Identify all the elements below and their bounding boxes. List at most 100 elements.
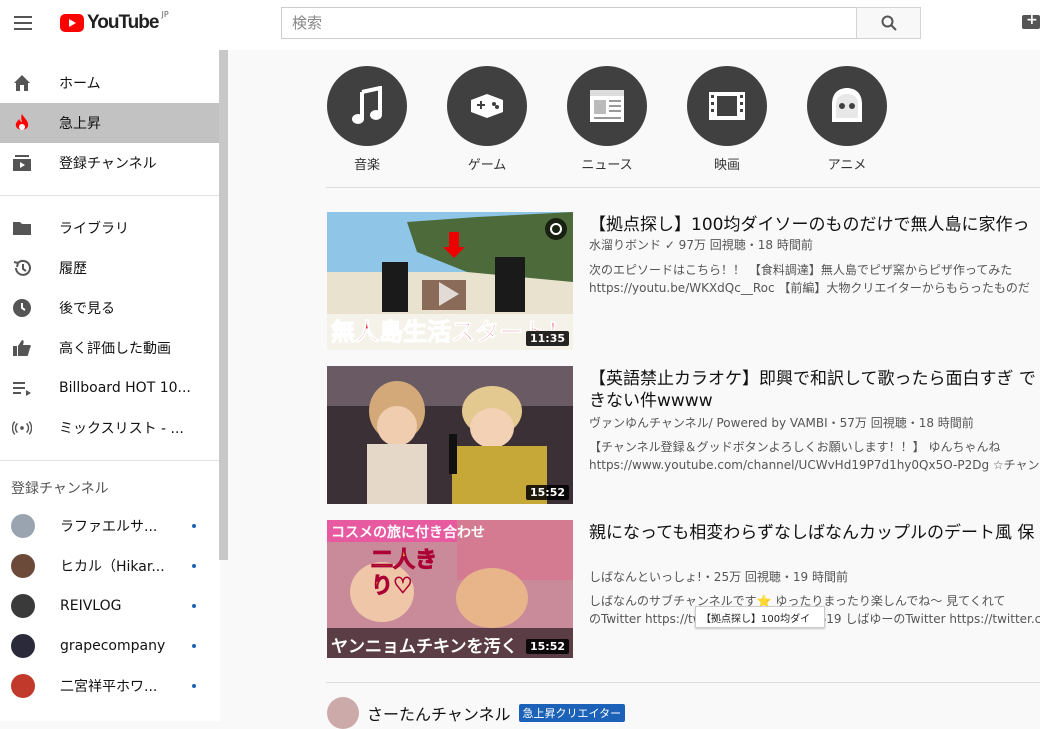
subscription-item[interactable]: grapecompany bbox=[0, 626, 219, 666]
home-icon bbox=[12, 73, 32, 93]
mix-icon bbox=[12, 418, 32, 438]
tooltip: 【拠点探し】100均ダイ bbox=[695, 606, 825, 628]
video-title[interactable]: 親になっても相変わらずなしばなんカップルのデート風 保 bbox=[589, 522, 1040, 544]
folder-icon bbox=[12, 218, 32, 238]
create-video-icon[interactable] bbox=[1022, 12, 1040, 29]
category-label: ニュース bbox=[581, 158, 633, 173]
sidebar-item-label: 後で見る bbox=[59, 301, 115, 317]
trending-creator-badge: 急上昇クリエイター bbox=[518, 704, 626, 722]
sidebar-item-history[interactable]: 履歴 bbox=[0, 248, 219, 288]
top-bar: YouTube JP 検索 bbox=[0, 0, 1040, 50]
category-music[interactable]: 音楽 bbox=[327, 66, 407, 173]
category-movies[interactable]: 映画 bbox=[687, 66, 767, 173]
avatar bbox=[11, 554, 35, 578]
subscription-item[interactable]: ラファエルサ... bbox=[0, 506, 219, 546]
video-meta: しばなんといっしょ!・25万 回視聴・19 時間前 bbox=[589, 570, 848, 584]
avatar bbox=[11, 674, 35, 698]
subscription-item[interactable]: ヒカル（Hikar... bbox=[0, 546, 219, 586]
new-content-dot bbox=[192, 524, 196, 528]
video-item[interactable]: 無人島生活スタート！ 11:35 【拠点探し】100均ダイソーのものだけで無人島… bbox=[327, 212, 1040, 352]
subscription-label: 二宮祥平ホワ... bbox=[60, 679, 158, 695]
video-description-line: https://www.youtube.com/channel/UCWvHd19… bbox=[589, 458, 1040, 472]
subscription-label: ラファエルサ... bbox=[60, 519, 158, 535]
game-icon bbox=[447, 66, 527, 146]
sidebar: ホーム 急上昇 登録チャンネル ライブラリ 履歴 後で見る 高く評価した動画 B… bbox=[0, 50, 220, 721]
video-title[interactable]: 【英語禁止カラオケ】即興で和訳して歌ったら面白すぎ できない件wwww bbox=[589, 368, 1040, 412]
sidebar-item-library[interactable]: ライブラリ bbox=[0, 208, 219, 248]
subscription-label: REIVLOG bbox=[60, 598, 122, 614]
avatar bbox=[11, 634, 35, 658]
subscription-label: ヒカル（Hikar... bbox=[60, 559, 165, 575]
video-thumbnail[interactable]: 15:52 bbox=[327, 366, 573, 504]
youtube-play-icon bbox=[60, 14, 84, 32]
thumbnail-caption: 二人きり♡ bbox=[371, 548, 438, 600]
anime-icon bbox=[807, 66, 887, 146]
subscription-item[interactable]: REIVLOG bbox=[0, 586, 219, 626]
video-duration: 15:52 bbox=[525, 485, 569, 500]
category-label: アニメ bbox=[827, 158, 867, 173]
logo-text: YouTube bbox=[87, 12, 159, 33]
sidebar-item-mix[interactable]: ミックスリスト - ... bbox=[0, 408, 219, 448]
video-description-line: https://youtu.be/WKXdQc__Roc 【前編】大物クリエイタ… bbox=[589, 281, 1030, 295]
sidebar-item-home[interactable]: ホーム bbox=[0, 63, 219, 103]
category-anime[interactable]: アニメ bbox=[807, 66, 887, 173]
category-news[interactable]: ニュース bbox=[567, 66, 647, 173]
sidebar-item-subscriptions[interactable]: 登録チャンネル bbox=[0, 143, 219, 183]
category-label: 映画 bbox=[713, 158, 740, 173]
sidebar-item-label: 急上昇 bbox=[59, 116, 101, 132]
video-item[interactable]: コスメの旅に付き合わせ 二人きり♡ ヤンニョムチキンを汚く 15:52 親になっ… bbox=[327, 520, 1040, 660]
trending-icon bbox=[12, 113, 32, 133]
video-duration: 11:35 bbox=[525, 331, 569, 346]
video-title[interactable]: 【拠点探し】100均ダイソーのものだけで無人島に家作っ bbox=[589, 214, 1040, 236]
subscriptions-section-title: 登録チャンネル bbox=[11, 481, 109, 497]
hamburger-menu-icon[interactable] bbox=[10, 10, 36, 36]
video-meta: 水溜りボンド ✓ 97万 回視聴・18 時間前 bbox=[589, 238, 813, 252]
history-icon bbox=[12, 258, 32, 278]
avatar bbox=[327, 697, 359, 729]
sidebar-scrollbar[interactable] bbox=[219, 50, 228, 560]
subscription-label: grapecompany bbox=[60, 638, 166, 654]
video-thumbnail[interactable]: コスメの旅に付き合わせ 二人きり♡ ヤンニョムチキンを汚く 15:52 bbox=[327, 520, 573, 658]
video-item[interactable]: 15:52 【英語禁止カラオケ】即興で和訳して歌ったら面白すぎ できない件www… bbox=[327, 366, 1040, 506]
sidebar-item-label: 高く評価した動画 bbox=[59, 341, 171, 357]
sidebar-divider bbox=[0, 195, 219, 196]
clock-icon bbox=[12, 298, 32, 318]
sidebar-item-liked-videos[interactable]: 高く評価した動画 bbox=[0, 328, 219, 368]
video-meta: ヴァンゆんチャンネル/ Powered by VAMBI・57万 回視聴・18 … bbox=[589, 416, 974, 430]
video-duration: 15:52 bbox=[525, 639, 569, 654]
sidebar-item-label: ミックスリスト - ... bbox=[59, 421, 184, 437]
thumbs-up-icon bbox=[12, 338, 32, 358]
music-icon bbox=[327, 66, 407, 146]
sidebar-item-watch-later[interactable]: 後で見る bbox=[0, 288, 219, 328]
category-label: ゲーム bbox=[467, 158, 507, 173]
search-input[interactable]: 検索 bbox=[281, 7, 857, 39]
subscriptions-icon bbox=[12, 153, 32, 173]
search-button[interactable] bbox=[856, 7, 921, 39]
playlist-icon bbox=[12, 378, 32, 398]
sidebar-item-label: Billboard HOT 10... bbox=[59, 380, 191, 396]
new-content-dot bbox=[192, 564, 196, 568]
sidebar-item-playlist-billboard[interactable]: Billboard HOT 10... bbox=[0, 368, 219, 408]
shelf-channel-name[interactable]: さーたんチャンネル bbox=[367, 701, 511, 725]
new-content-dot bbox=[192, 684, 196, 688]
sidebar-item-trending[interactable]: 急上昇 bbox=[0, 103, 219, 143]
subscription-item[interactable]: 二宮祥平ホワ... bbox=[0, 666, 219, 706]
section-divider bbox=[326, 187, 1040, 188]
youtube-logo[interactable]: YouTube JP bbox=[60, 10, 169, 34]
video-thumbnail[interactable]: 無人島生活スタート！ 11:35 bbox=[327, 212, 573, 350]
thumbnail-caption: ヤンニョムチキンを汚く bbox=[331, 637, 518, 657]
main-content: 音楽 ゲーム ニュース 映画 アニメ 無人島生活スタート！ 11:35 【拠点探… bbox=[228, 50, 1040, 729]
film-icon bbox=[687, 66, 767, 146]
video-description-line: 次のエピソードはこちら！！ 【食料調達】無人島でピザ窯からピザ作ってみた bbox=[589, 263, 1013, 277]
sidebar-item-label: ライブラリ bbox=[59, 221, 129, 237]
sidebar-divider bbox=[0, 460, 219, 461]
category-label: 音楽 bbox=[353, 158, 380, 173]
search-icon bbox=[881, 15, 897, 31]
section-divider bbox=[326, 682, 1040, 683]
video-description-line: 【チャンネル登録＆グッドボタンよろしくお願いします！！】 ゆんちゃんね bbox=[589, 440, 1001, 454]
news-icon bbox=[567, 66, 647, 146]
avatar bbox=[11, 594, 35, 618]
watch-later-icon[interactable] bbox=[545, 218, 567, 240]
category-gaming[interactable]: ゲーム bbox=[447, 66, 527, 173]
new-content-dot bbox=[192, 644, 196, 648]
